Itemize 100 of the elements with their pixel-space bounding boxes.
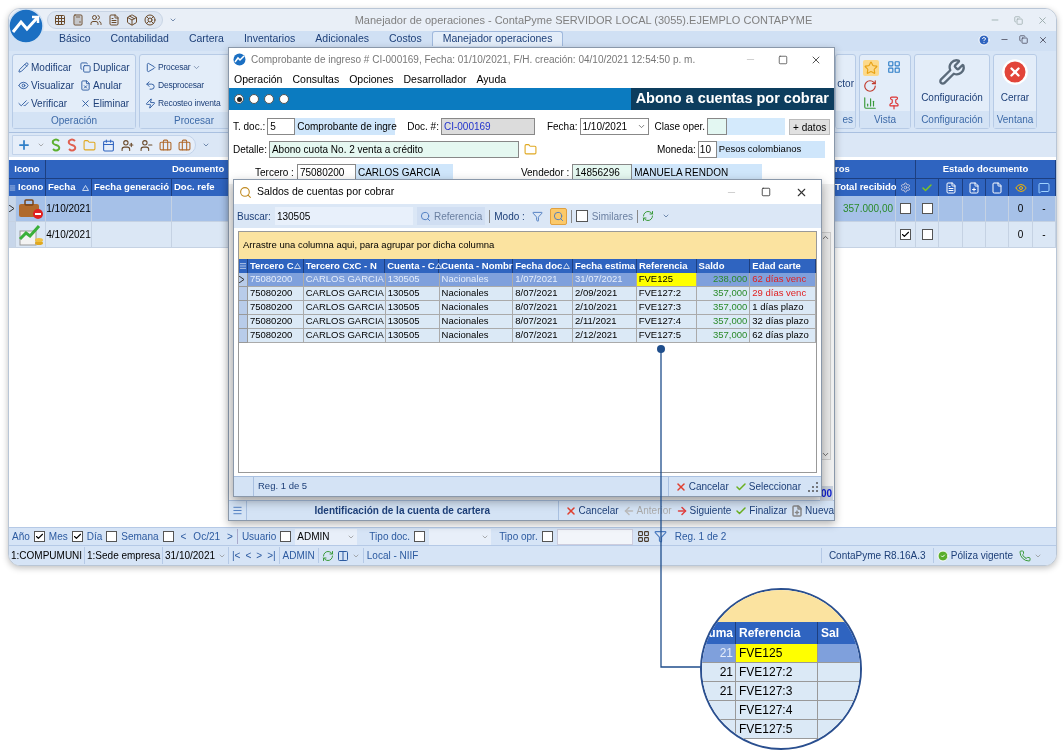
close-button[interactable]: Cerrar — [997, 58, 1033, 105]
ribbon-button[interactable]: Modificar — [16, 58, 78, 76]
comment-icon[interactable] — [1037, 181, 1050, 194]
document-icon[interactable] — [108, 14, 120, 26]
operation-type-field[interactable] — [556, 528, 633, 545]
column-chooser-icon[interactable] — [9, 179, 16, 197]
calendar-icon[interactable] — [102, 138, 115, 152]
checkbox[interactable] — [33, 531, 45, 542]
ribbon-button[interactable]: Visualizar — [16, 76, 78, 94]
site-select[interactable]: 1:Sede empresa — [85, 547, 163, 564]
policy-status[interactable]: Póliza vigente — [932, 548, 1016, 563]
table-row[interactable]: 75080200 CARLOS GARCIA 130505 Nacionales 8/07/2021 2/12/2021 FVE127:5 357,000 62 días plazo — [239, 329, 816, 343]
check-icon[interactable] — [921, 181, 934, 194]
ribbon-button[interactable]: ctor — [837, 75, 854, 91]
ribbon-button[interactable]: Recosteo inventa — [143, 94, 245, 112]
checkbox[interactable] — [921, 229, 933, 240]
table-row[interactable]: 75080200 CARLOS GARCIA 130505 Nacionales 1/07/2021 31/07/2021 FVE125 238,000 62 días venc — [239, 273, 816, 287]
scroll-down-icon[interactable] — [821, 450, 830, 459]
filter-icon[interactable] — [653, 530, 667, 543]
grid-icon[interactable] — [636, 530, 650, 543]
select-button[interactable]: Seleccionar — [734, 479, 801, 494]
briefcase-remove-icon[interactable] — [178, 138, 191, 152]
footer-button[interactable]: Finalizar — [735, 503, 788, 518]
ribbon-button[interactable]: Anular — [78, 76, 134, 94]
checkbox[interactable] — [414, 531, 426, 542]
step-indicator[interactable] — [279, 94, 289, 104]
app-logo[interactable] — [9, 9, 44, 44]
column-header[interactable]: Total recibido — [834, 179, 897, 196]
checkbox[interactable] — [106, 531, 118, 542]
ribbon-tab[interactable]: Inventarios — [233, 31, 306, 46]
mode-button[interactable] — [549, 207, 567, 225]
operation-class-field[interactable] — [707, 118, 728, 135]
columns-icon[interactable] — [336, 549, 349, 562]
navigation-button[interactable]: |< — [232, 548, 241, 563]
more-data-button[interactable]: + datos — [789, 118, 831, 135]
third-party-field[interactable]: 75080200 — [296, 164, 356, 180]
column-header[interactable]: Fecha — [46, 179, 92, 196]
ribbon-tab[interactable]: Cartera — [178, 31, 234, 46]
star-icon[interactable] — [863, 60, 879, 76]
document-icon[interactable] — [991, 181, 1004, 194]
ribbon-tab[interactable]: Manejador operaciones — [431, 31, 564, 46]
maximize-icon[interactable] — [778, 54, 788, 65]
resize-grip-icon[interactable] — [807, 480, 819, 493]
user-select[interactable]: ADMIN — [295, 528, 358, 545]
checkbox[interactable] — [541, 531, 553, 542]
navigation-button[interactable]: < — [245, 548, 252, 563]
ribbon-button[interactable]: Duplicar — [78, 58, 134, 76]
phone-icon[interactable] — [1019, 549, 1031, 562]
table-row[interactable]: 75080200 CARLOS GARCIA 130505 Nacionales 8/07/2021 2/10/2021 FVE127:3 357,000 1 días plazo — [239, 301, 816, 315]
navigation-button[interactable]: > — [256, 548, 263, 563]
customize-icon[interactable] — [661, 212, 670, 220]
ribbon-button[interactable]: Eliminar — [78, 94, 134, 112]
column-header[interactable]: Fecha generació — [92, 179, 172, 196]
menu-item[interactable]: Opciones — [349, 71, 394, 88]
checkbox[interactable] — [71, 531, 83, 542]
step-indicator[interactable] — [249, 94, 259, 104]
ribbon-button[interactable]: Verificar — [16, 94, 78, 112]
maximize-icon[interactable] — [761, 187, 771, 197]
search-field[interactable]: 130505 — [274, 207, 413, 225]
ribbon-tab[interactable]: Adicionales — [305, 31, 379, 46]
checkbox[interactable] — [280, 531, 292, 542]
add-icon[interactable] — [17, 138, 31, 152]
ribbon-button[interactable]: Procesar — [143, 58, 245, 76]
checkbox[interactable] — [162, 531, 174, 542]
footer-button[interactable]: Siguiente — [675, 503, 732, 518]
briefcase-add-icon[interactable] — [159, 138, 172, 152]
refresh-icon[interactable] — [863, 79, 877, 93]
checkbox[interactable] — [900, 203, 912, 214]
table-row[interactable]: 75080200 CARLOS GARCIA 130505 Nacionales 8/07/2021 2/09/2021 FVE127:2 357,000 29 días venc — [239, 287, 816, 301]
ribbon-tab[interactable]: Contabilidad — [100, 31, 179, 46]
ribbon-tab[interactable]: Básico — [49, 31, 101, 46]
navigation-button[interactable]: >| — [267, 548, 276, 563]
previous-button[interactable]: < — [177, 529, 190, 544]
scroll-up-icon[interactable] — [821, 233, 830, 242]
checkbox[interactable] — [921, 203, 933, 214]
company-select[interactable]: 1:COMPUMUNI — [9, 547, 85, 564]
refresh-icon[interactable] — [641, 210, 654, 222]
date-select[interactable]: 31/10/2021 — [163, 547, 229, 564]
footer-button[interactable]: Cancelar — [564, 503, 619, 518]
cancel-button[interactable]: Cancelar — [674, 479, 729, 494]
next-button[interactable]: > — [224, 529, 238, 544]
step-indicator[interactable] — [234, 94, 244, 104]
folder-icon[interactable] — [523, 143, 537, 156]
detail-field[interactable]: Abono cuota No. 2 venta a crédito — [268, 141, 519, 158]
chart-icon[interactable] — [863, 96, 877, 110]
row-header[interactable] — [9, 196, 16, 222]
customize-icon[interactable] — [202, 141, 210, 149]
currency-field[interactable]: 10 — [697, 141, 717, 158]
restore-icon[interactable] — [1019, 35, 1028, 44]
table-row[interactable]: 75080200 CARLOS GARCIA 130505 Nacionales 8/07/2021 2/11/2021 FVE127:4 357,000 32 días plazo — [239, 315, 816, 329]
grid-icon[interactable] — [54, 14, 66, 26]
step-indicator[interactable] — [264, 94, 274, 104]
document-add-icon[interactable] — [967, 181, 980, 194]
dollar-add-icon[interactable] — [51, 138, 61, 152]
ribbon-tab[interactable]: Costos — [379, 31, 432, 46]
checkbox[interactable] — [575, 210, 588, 222]
user-remove-icon[interactable] — [140, 138, 153, 152]
configuration-button[interactable]: Configuración — [918, 58, 986, 105]
document-number-field[interactable]: CI-000169 — [440, 118, 535, 135]
row-header[interactable] — [239, 273, 248, 287]
